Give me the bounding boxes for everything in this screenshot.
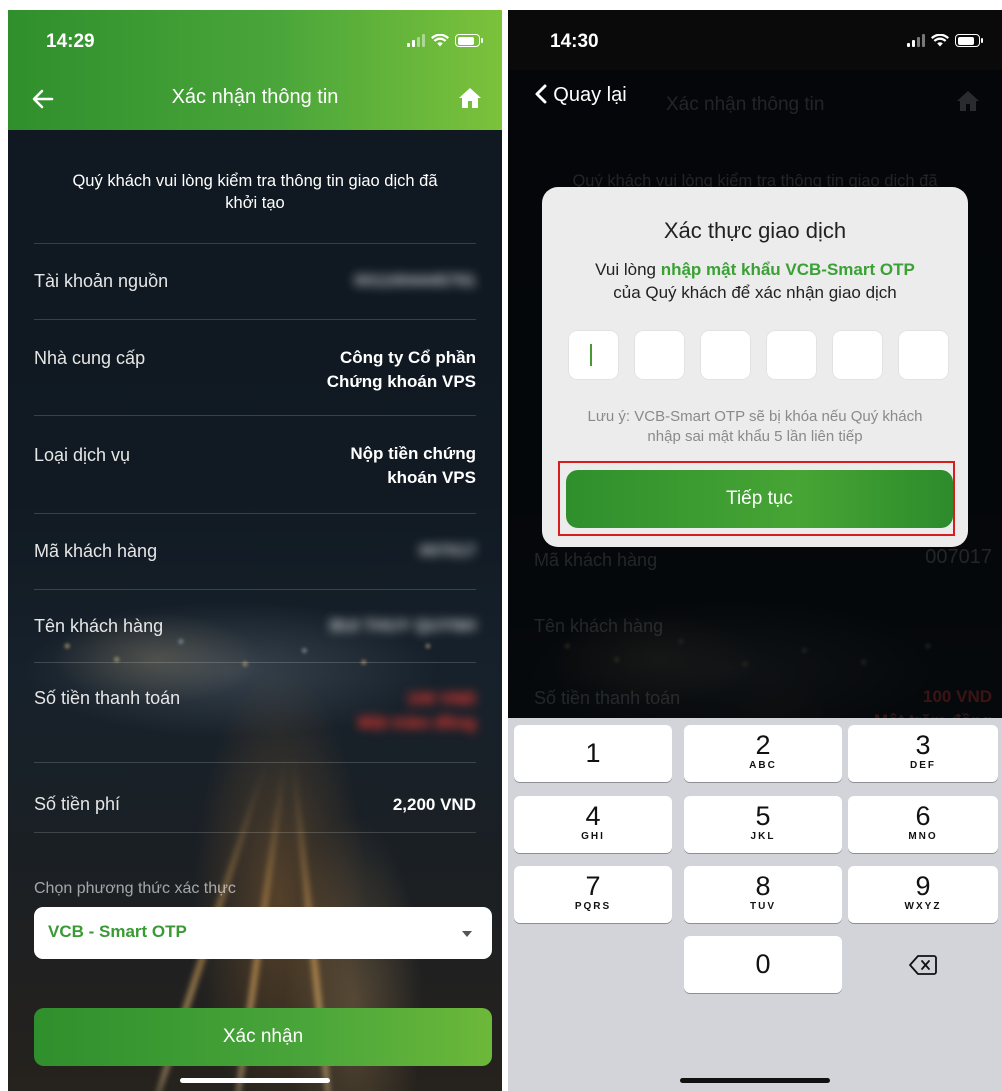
numeric-keypad: 1 2 ABC 3 DEF 4 GHI 5 JKL 6 MNO 7 PQRS 8 TUV 9W… (508, 718, 1002, 1091)
background-customer-code-value: 007017 (925, 546, 992, 568)
row-label: Tên khách hàng (34, 616, 164, 636)
dialog-title: Xác thực giao dịch (663, 218, 847, 243)
status-time: 14:30 (550, 31, 599, 52)
row-value-redacted: 100 VND Một trăm đồng (357, 689, 476, 732)
page-title: Xác nhận thông tin (171, 86, 339, 108)
home-icon[interactable] (458, 87, 482, 114)
background-customer-code-label: Mã khách hàng (534, 550, 658, 570)
status-time: 14:29 (46, 31, 95, 52)
keypad-key-6[interactable]: 6 MNO (848, 796, 998, 853)
row-value-redacted: 0011004445791 (354, 271, 476, 290)
home-icon (956, 90, 980, 117)
info-row-service-type: Loại dịch vụ Nộp tiền chứng khoán VPS (34, 415, 476, 513)
otp-input-group (568, 330, 949, 380)
keypad-delete-key[interactable] (848, 936, 998, 993)
keypad-key-5[interactable]: 5 JKL (684, 796, 842, 853)
backspace-icon (909, 955, 937, 975)
system-icons (907, 34, 983, 47)
otp-verification-screen: Quý khách vui lòng kiểm tra thông tin gi… (508, 10, 1002, 1091)
otp-dialog: Xác thực giao dịch Vui lòng nhập mật khẩ… (542, 187, 968, 547)
keypad-key-3[interactable]: 3 DEF (848, 725, 998, 782)
info-row-customer-name: Tên khách hàng BUI THUY QUYNH (34, 589, 476, 662)
info-row-fee: Số tiền phí 2,200 VND (34, 762, 476, 832)
keypad-key-9[interactable]: 9 WXYZ (848, 866, 998, 923)
cellular-signal-icon (407, 34, 425, 47)
info-row-provider: Nhà cung cấp Công ty Cổ phần Chứng khoán… (34, 319, 476, 415)
row-label: Tài khoản nguồn (34, 271, 169, 291)
otp-digit-input[interactable] (898, 330, 949, 380)
row-label: Loại dịch vụ (34, 445, 131, 465)
dialog-description: Vui lòng nhập mật khẩu VCB-Smart OTP của… (595, 260, 915, 302)
page-title: Xác nhận thông tin (666, 94, 825, 115)
status-bar: 14:29 (8, 10, 502, 70)
info-row-customer-code: Mã khách hàng 007017 (34, 513, 476, 589)
text-cursor (590, 344, 592, 366)
wifi-icon (931, 34, 949, 47)
home-indicator (680, 1078, 830, 1083)
keypad-key-4[interactable]: 4 GHI (514, 796, 672, 853)
lockout-note: Lưu ý: VCB-Smart OTP sẽ bị khóa nếu Quý … (587, 408, 923, 445)
background-payment-label: Số tiền thanh toán (534, 688, 681, 708)
system-icons (407, 34, 483, 47)
intro-text: Quý khách vui lòng kiểm tra thông tin gi… (72, 172, 438, 212)
keypad-key-1[interactable]: 1 (514, 725, 672, 782)
cellular-signal-icon (907, 34, 925, 47)
keypad-key-2[interactable]: 2 ABC (684, 725, 842, 782)
keypad-key-0[interactable]: 0 (684, 936, 842, 993)
otp-digit-input[interactable] (568, 330, 619, 380)
row-value-redacted: 007017 (419, 541, 476, 560)
battery-icon (455, 34, 483, 47)
otp-digit-input[interactable] (634, 330, 685, 380)
back-label: Quay lại (553, 84, 627, 106)
background-payment-value: 100 VND (923, 687, 992, 706)
divider (34, 832, 476, 833)
confirm-button[interactable]: Xác nhận (34, 1008, 492, 1066)
info-row-source-account: Tài khoản nguồn 0011004445791 (34, 243, 476, 319)
home-indicator (180, 1078, 330, 1083)
keypad-key-7[interactable]: 7 PQRS (514, 866, 672, 923)
battery-icon (955, 34, 983, 47)
row-value: 2,200 VND (392, 795, 476, 814)
otp-digit-input[interactable] (766, 330, 817, 380)
chevron-left-icon (535, 84, 547, 104)
otp-digit-input[interactable] (832, 330, 883, 380)
row-value: Nộp tiền chứng khoán VPS (350, 444, 476, 487)
row-value-redacted: BUI THUY QUYNH (329, 616, 476, 635)
caret-down-icon (462, 931, 472, 937)
row-label: Mã khách hàng (34, 541, 158, 561)
row-value: Công ty Cổ phần Chứng khoán VPS (326, 348, 476, 391)
keypad-key-8[interactable]: 8 TUV (684, 866, 842, 923)
row-label: Số tiền phí (34, 794, 121, 814)
back-button[interactable]: Quay lại (534, 84, 627, 107)
wifi-icon (431, 34, 449, 47)
otp-digit-input[interactable] (700, 330, 751, 380)
info-row-payment-amount: Số tiền thanh toán 100 VND Một trăm đồng (34, 662, 476, 762)
confirm-info-screen: 14:29 Xác nhận thông tin Quý khách vui l… (8, 10, 502, 1091)
status-bar: 14:30 (508, 10, 1002, 70)
continue-button[interactable]: Tiếp tục (566, 470, 953, 528)
background-customer-name-label: Tên khách hàng (534, 616, 664, 636)
nav-bar: Xác nhận thông tin (8, 78, 502, 122)
auth-method-label: Chọn phương thức xác thực (34, 880, 236, 897)
row-label: Số tiền thanh toán (34, 688, 181, 708)
row-label: Nhà cung cấp (34, 348, 146, 368)
otp-highlight-text: nhập mật khẩu VCB-Smart OTP (660, 260, 915, 279)
auth-method-value: VCB - Smart OTP (48, 922, 187, 941)
auth-method-select[interactable]: VCB - Smart OTP (34, 907, 492, 959)
